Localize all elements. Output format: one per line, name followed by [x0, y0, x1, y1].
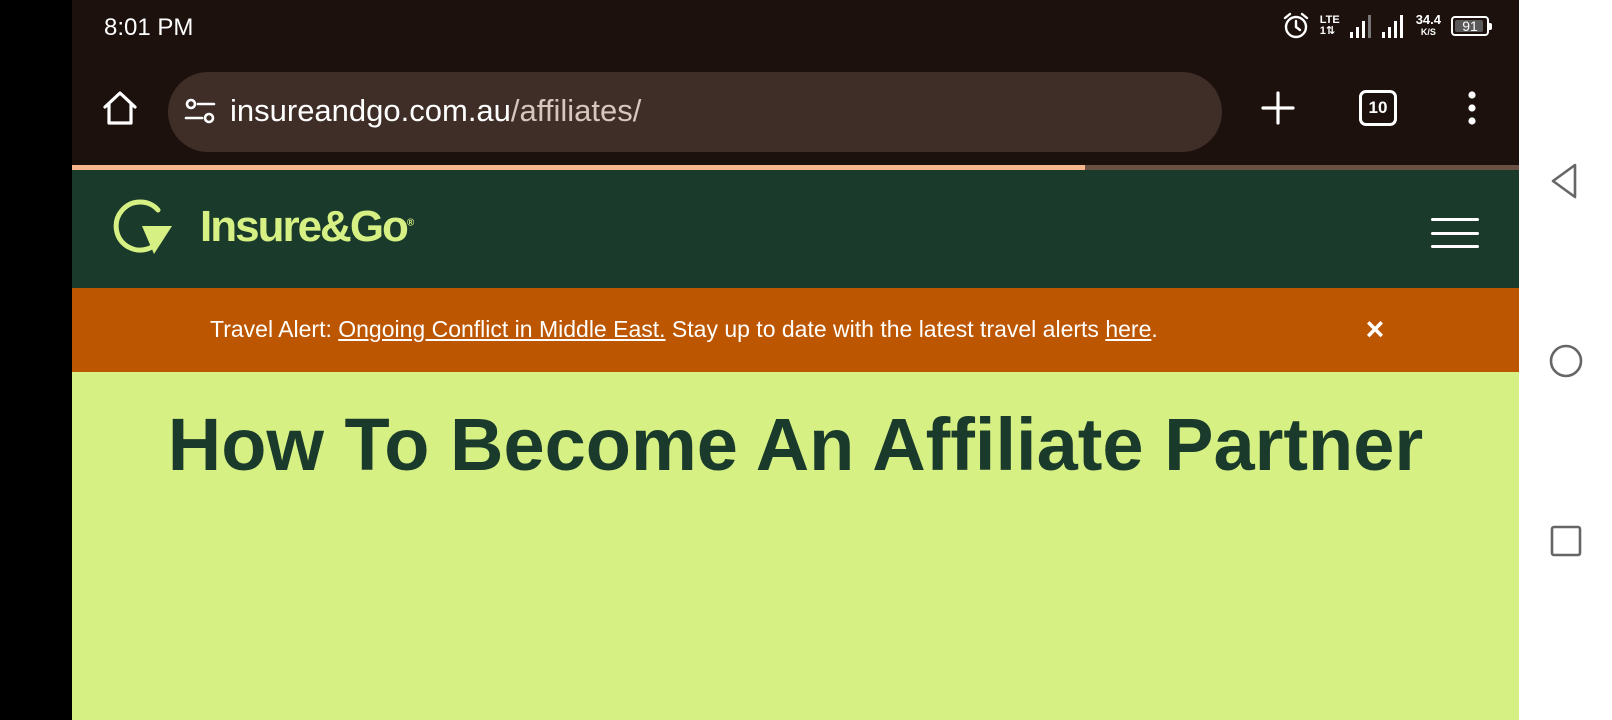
- battery-level: 91: [1462, 18, 1478, 34]
- travel-alerts-here-link[interactable]: here: [1105, 316, 1151, 342]
- recents-icon[interactable]: [1547, 522, 1585, 560]
- logo-wordmark: Insure&Go: [200, 202, 409, 251]
- url-path: /affiliates/: [510, 93, 642, 128]
- travel-alert-text: Travel Alert: Ongoing Conflict in Middle…: [210, 316, 1158, 343]
- insureandgo-logo-mark-icon: [113, 199, 172, 254]
- browser-menu-button[interactable]: [1446, 82, 1498, 134]
- lte-data-arrows: 1⇅: [1319, 25, 1336, 37]
- hamburger-line-2: [1431, 231, 1479, 235]
- site-logo[interactable]: Insure&Go®: [112, 198, 414, 256]
- signal-icon: [1349, 15, 1371, 38]
- status-bar: 8:01 PM LTE 1⇅ 34.4 K/S 91: [72, 0, 1519, 56]
- network-speed-unit: K/S: [1420, 27, 1436, 37]
- phone-screen: 8:01 PM LTE 1⇅ 34.4 K/S 91 insureandgo.c…: [72, 0, 1519, 720]
- battery-icon: 91: [1451, 16, 1492, 36]
- home-circle-icon[interactable]: [1547, 342, 1585, 380]
- tune-icon[interactable]: [182, 94, 218, 130]
- alert-middle-text: Stay up to date with the latest travel a…: [665, 316, 1106, 342]
- network-speed-value: 34.4: [1415, 12, 1441, 27]
- close-icon[interactable]: ×: [1360, 313, 1390, 345]
- site-header: Insure&Go®: [72, 170, 1519, 288]
- android-nav-bar: [1519, 0, 1612, 720]
- back-icon[interactable]: [1547, 162, 1585, 200]
- new-tab-button[interactable]: [1252, 82, 1304, 134]
- url-text[interactable]: insureandgo.com.au/affiliates/: [230, 93, 641, 129]
- home-button[interactable]: [94, 82, 146, 134]
- plus-icon: [1261, 91, 1295, 125]
- page-title: How To Become An Affiliate Partner: [167, 403, 1424, 486]
- more-vert-icon: [1468, 91, 1476, 125]
- logo-registered-mark: ®: [406, 217, 415, 229]
- alert-prefix: Travel Alert:: [210, 316, 339, 342]
- hero-section: How To Become An Affiliate Partner: [72, 372, 1519, 720]
- site-logo-text: Insure&Go®: [200, 202, 414, 252]
- hamburger-menu-icon: [1431, 218, 1479, 221]
- hamburger-menu-button[interactable]: [1431, 218, 1479, 248]
- travel-alert-banner: Travel Alert: Ongoing Conflict in Middle…: [72, 288, 1519, 372]
- hamburger-line-3: [1431, 245, 1479, 248]
- lte-indicator: LTE 1⇅: [1320, 15, 1340, 37]
- home-icon: [103, 91, 137, 125]
- url-domain: insureandgo.com.au: [230, 93, 511, 128]
- tab-switcher-button[interactable]: 10: [1352, 82, 1404, 134]
- status-time: 8:01 PM: [104, 14, 194, 41]
- browser-toolbar: insureandgo.com.au/affiliates/ 10: [72, 56, 1519, 166]
- middle-east-conflict-link[interactable]: Ongoing Conflict in Middle East.: [338, 316, 665, 342]
- tab-count: 10: [1359, 90, 1397, 126]
- address-bar[interactable]: insureandgo.com.au/affiliates/: [168, 72, 1222, 152]
- status-icons: LTE 1⇅ 34.4 K/S 91: [1282, 12, 1492, 40]
- alarm-icon: [1283, 12, 1308, 39]
- network-speed: 34.4 K/S: [1415, 12, 1441, 38]
- signal-icon-2: [1381, 15, 1403, 38]
- alert-suffix: .: [1151, 316, 1158, 342]
